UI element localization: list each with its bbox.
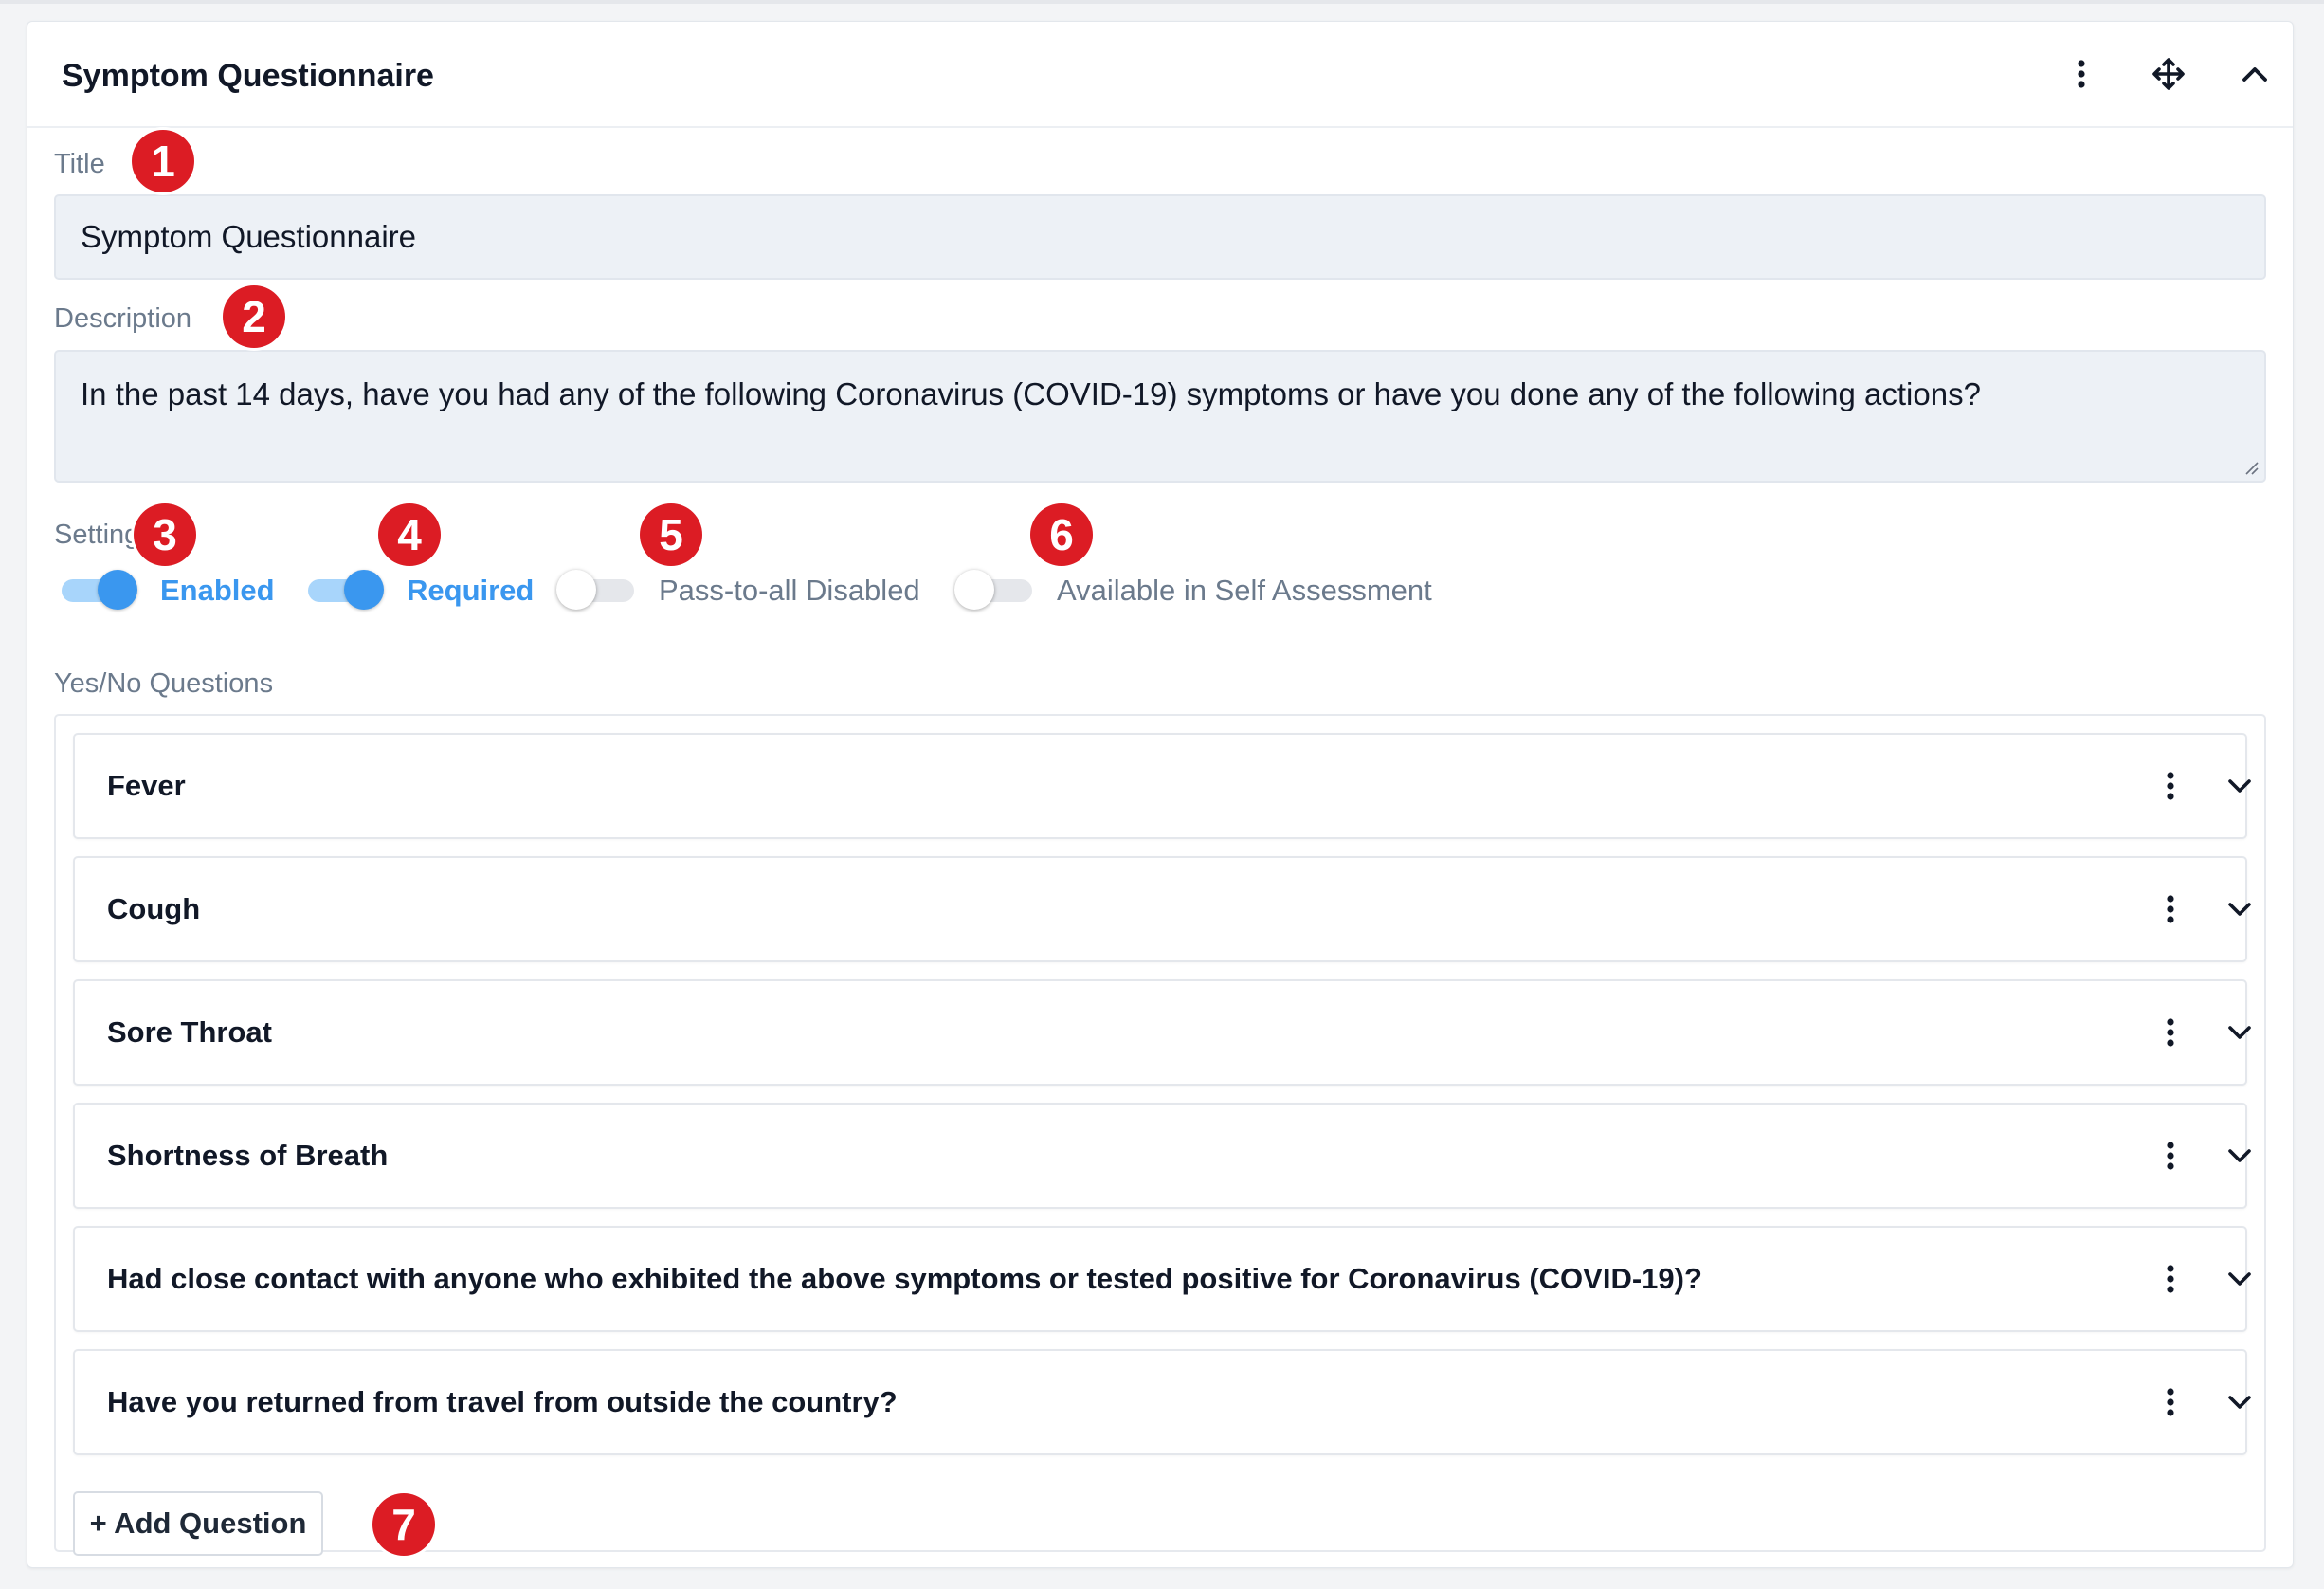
- description-textarea[interactable]: In the past 14 days, have you had any of…: [54, 350, 2266, 483]
- resize-handle-icon[interactable]: [2243, 460, 2259, 475]
- more-vertical-icon[interactable]: [2147, 1009, 2194, 1056]
- required-toggle-track[interactable]: [308, 570, 384, 610]
- self-assessment-toggle-knob[interactable]: [954, 570, 994, 610]
- required-toggle-label: Required: [407, 574, 535, 607]
- title-input[interactable]: Symptom Questionnaire: [54, 194, 2266, 280]
- more-vertical-icon[interactable]: [2147, 762, 2194, 810]
- yes-no-questions-label: Yes/No Questions: [54, 668, 274, 699]
- more-vertical-icon[interactable]: [2147, 886, 2194, 933]
- chevron-down-icon[interactable]: [2216, 1255, 2263, 1303]
- annotation-badge-5: 5: [640, 503, 702, 566]
- chevron-down-icon[interactable]: [2216, 886, 2263, 933]
- pass-to-all-disabled-toggle-track[interactable]: [556, 570, 634, 610]
- annotation-badge-6: 6: [1030, 503, 1093, 566]
- annotation-badge-4: 4: [378, 503, 441, 566]
- more-vertical-icon[interactable]: [2147, 1379, 2194, 1426]
- question-row-fever[interactable]: Fever: [73, 733, 2251, 839]
- title-input-value: Symptom Questionnaire: [81, 219, 416, 254]
- annotation-badge-7: 7: [372, 1493, 435, 1556]
- question-row-cough[interactable]: Cough: [73, 856, 2251, 962]
- pass-to-all-disabled-toggle-knob[interactable]: [556, 570, 596, 610]
- question-text: Sore Throat: [107, 1015, 272, 1049]
- chevron-down-icon[interactable]: [2216, 762, 2263, 810]
- required-toggle[interactable]: Required: [308, 570, 535, 610]
- enabled-toggle-label: Enabled: [160, 574, 275, 607]
- add-question-button[interactable]: + Add Question: [73, 1491, 323, 1556]
- description-textarea-value: In the past 14 days, have you had any of…: [81, 376, 1981, 411]
- annotation-badge-1: 1: [132, 130, 194, 192]
- annotation-badge-2: 2: [223, 285, 285, 348]
- enabled-toggle[interactable]: Enabled: [62, 570, 275, 610]
- title-label: Title: [54, 149, 105, 179]
- panel-header: Symptom Questionnaire: [27, 22, 2293, 128]
- top-divider: [0, 0, 2324, 4]
- more-vertical-icon[interactable]: [2147, 1255, 2194, 1303]
- self-assessment-toggle-label: Available in Self Assessment: [1057, 574, 1432, 607]
- pass-to-all-disabled-toggle[interactable]: Pass-to-all Disabled: [556, 570, 920, 610]
- move-icon[interactable]: [2145, 50, 2192, 98]
- chevron-down-icon[interactable]: [2216, 1132, 2263, 1179]
- question-text: Have you returned from travel from outsi…: [107, 1385, 898, 1418]
- more-vertical-icon[interactable]: [2058, 50, 2105, 98]
- chevron-up-icon[interactable]: [2231, 50, 2279, 98]
- question-row-close-contact[interactable]: Had close contact with anyone who exhibi…: [73, 1226, 2251, 1332]
- symptom-questionnaire-panel: Symptom Questionnaire Title 1 Symptom Qu…: [27, 21, 2294, 1568]
- questions-list: Fever Cough Sore Throat Shortness of Bre…: [54, 714, 2266, 1556]
- question-row-shortness-of-breath[interactable]: Shortness of Breath: [73, 1103, 2251, 1209]
- chevron-down-icon[interactable]: [2216, 1379, 2263, 1426]
- enabled-toggle-track[interactable]: [62, 570, 137, 610]
- panel-title: Symptom Questionnaire: [62, 58, 434, 94]
- question-row-travel[interactable]: Have you returned from travel from outsi…: [73, 1349, 2251, 1455]
- more-vertical-icon[interactable]: [2147, 1132, 2194, 1179]
- enabled-toggle-knob[interactable]: [98, 570, 137, 610]
- self-assessment-toggle[interactable]: Available in Self Assessment: [954, 570, 1432, 610]
- annotation-badge-3: 3: [134, 503, 196, 566]
- required-toggle-knob[interactable]: [344, 570, 384, 610]
- question-text: Cough: [107, 892, 201, 925]
- self-assessment-toggle-track[interactable]: [954, 570, 1032, 610]
- question-text: Shortness of Breath: [107, 1139, 389, 1172]
- question-text: Had close contact with anyone who exhibi…: [107, 1262, 1702, 1295]
- description-label: Description: [54, 303, 192, 334]
- question-text: Fever: [107, 769, 186, 802]
- chevron-down-icon[interactable]: [2216, 1009, 2263, 1056]
- question-row-sore-throat[interactable]: Sore Throat: [73, 979, 2251, 1086]
- pass-to-all-disabled-toggle-label: Pass-to-all Disabled: [659, 574, 920, 607]
